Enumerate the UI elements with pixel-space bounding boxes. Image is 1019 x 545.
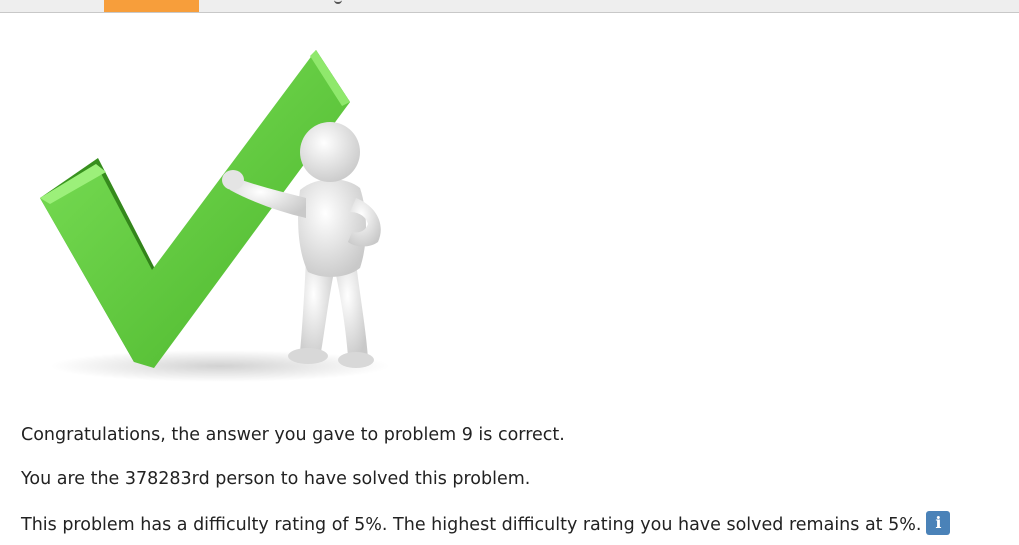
figure-torso (298, 179, 366, 277)
congratulations-message: Congratulations, the answer you gave to … (21, 425, 565, 445)
figure-hand-left (222, 170, 244, 190)
solver-rank-message: You are the 378283rd person to have solv… (21, 469, 531, 489)
info-icon[interactable]: i (926, 511, 951, 535)
nav-item-partial[interactable] (334, 0, 342, 4)
ground-shadow (50, 350, 390, 382)
figure-head (300, 122, 360, 182)
figure-right-foot (338, 352, 374, 368)
checkmark-figure-image (40, 50, 390, 382)
difficulty-text: This problem has a difficulty rating of … (21, 515, 922, 535)
difficulty-message: This problem has a difficulty rating of … (21, 511, 951, 537)
top-nav-bar (0, 0, 1019, 13)
figure-left-foot (288, 348, 328, 364)
nav-tab-active[interactable] (104, 0, 199, 12)
figure-right-leg (334, 262, 368, 358)
